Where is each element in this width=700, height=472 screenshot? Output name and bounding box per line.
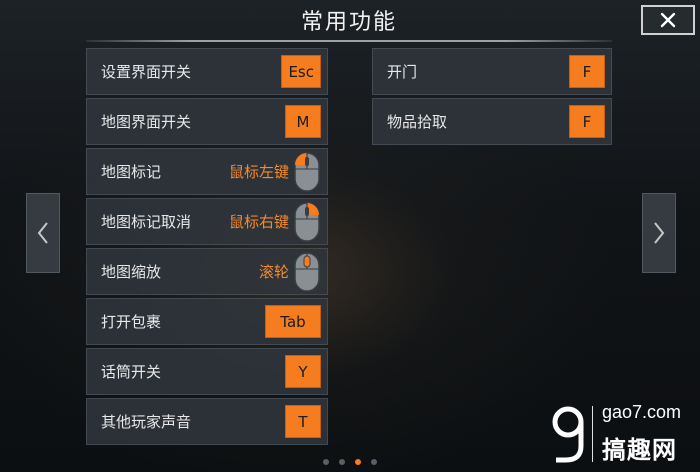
keybind-label: 打开包裹: [101, 313, 162, 331]
key-button-m[interactable]: M: [285, 105, 321, 138]
mouse-binding-label: 滚轮: [258, 263, 289, 281]
key-button-esc[interactable]: Esc: [281, 55, 321, 88]
close-button[interactable]: [641, 5, 695, 35]
page-dot[interactable]: [339, 459, 345, 465]
page-dot[interactable]: [323, 459, 329, 465]
keybind-label: 地图缩放: [101, 263, 162, 281]
chevron-left-icon: [37, 222, 48, 244]
keybind-row-pickup: 物品拾取 F: [372, 98, 612, 145]
page-title: 常用功能: [300, 10, 397, 35]
prev-page-button[interactable]: [26, 193, 60, 273]
keybind-row-player-voice: 其他玩家声音 T: [86, 398, 328, 445]
watermark-divider: [592, 406, 593, 462]
gao7-logo-icon: [552, 406, 584, 463]
page-indicator: [320, 457, 380, 467]
key-button-t[interactable]: T: [285, 405, 321, 438]
keybind-label: 其他玩家声音: [101, 413, 192, 431]
mouse-wheel-icon[interactable]: [293, 251, 321, 293]
watermark-brand: 搞趣网: [602, 436, 677, 464]
title-divider: [86, 40, 612, 42]
keybind-label: 地图标记: [101, 163, 162, 181]
next-page-button[interactable]: [642, 193, 676, 273]
close-icon: [660, 12, 676, 28]
keybind-row-settings: 设置界面开关 Esc: [86, 48, 328, 95]
keybind-row-map: 地图界面开关 M: [86, 98, 328, 145]
mouse-right-click-icon[interactable]: [293, 201, 321, 243]
mouse-left-click-icon[interactable]: [293, 151, 321, 193]
keybind-label: 话筒开关: [101, 363, 162, 381]
page-dot-active[interactable]: [355, 459, 361, 465]
right-keybind-list: 开门 F 物品拾取 F: [372, 48, 612, 148]
keybind-label: 开门: [387, 63, 418, 81]
watermark-domain: gao7.com: [602, 402, 682, 422]
keybind-label: 地图标记取消: [101, 213, 192, 231]
key-button-f[interactable]: F: [569, 55, 605, 88]
keybind-label: 物品拾取: [387, 113, 448, 131]
keybind-row-microphone: 话筒开关 Y: [86, 348, 328, 395]
site-watermark: gao7.com 搞趣网: [548, 400, 698, 470]
keybind-label: 设置界面开关: [101, 63, 192, 81]
keybind-row-open-door: 开门 F: [372, 48, 612, 95]
chevron-right-icon: [654, 222, 665, 244]
left-keybind-list: 设置界面开关 Esc 地图界面开关 M 地图标记 鼠标左键 地图标记取消 鼠标右…: [86, 48, 328, 448]
mouse-binding-label: 鼠标右键: [228, 213, 289, 231]
key-button-f[interactable]: F: [569, 105, 605, 138]
key-button-y[interactable]: Y: [285, 355, 321, 388]
keybind-row-map-mark: 地图标记 鼠标左键: [86, 148, 328, 195]
keybind-row-map-unmark: 地图标记取消 鼠标右键: [86, 198, 328, 245]
keybind-row-inventory: 打开包裹 Tab: [86, 298, 328, 345]
page-dot[interactable]: [371, 459, 377, 465]
keybind-label: 地图界面开关: [101, 113, 192, 131]
title-bar: 常用功能: [86, 0, 612, 40]
key-button-tab[interactable]: Tab: [265, 305, 321, 338]
mouse-binding-label: 鼠标左键: [228, 163, 289, 181]
keybind-row-map-zoom: 地图缩放 滚轮: [86, 248, 328, 295]
